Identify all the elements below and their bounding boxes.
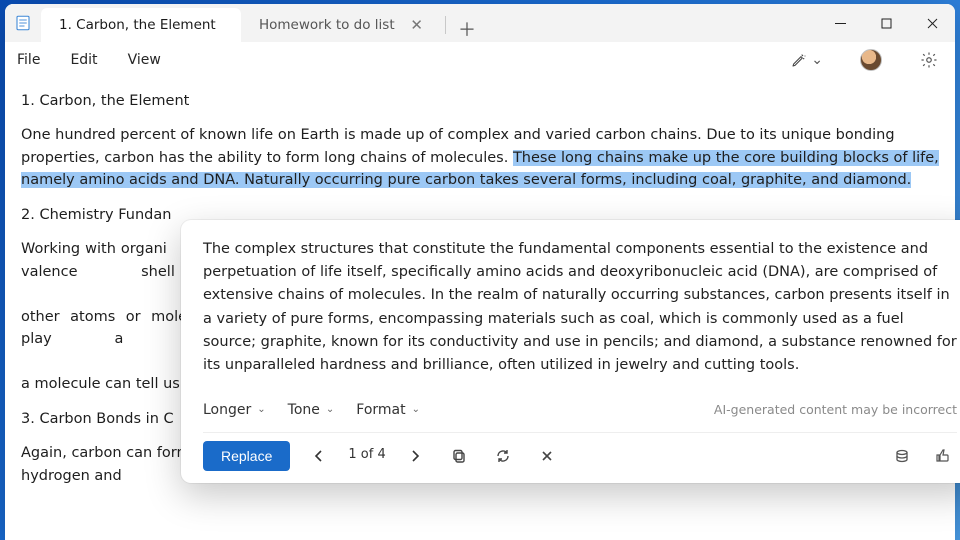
tab-strip: 1. Carbon, the Element Homework to do li… [41,4,817,42]
replace-button[interactable]: Replace [203,441,290,471]
chevron-down-icon: ⌄ [257,402,265,418]
chevron-down-icon: ⌄ [326,402,334,418]
chevron-down-icon: ⌄ [412,402,420,418]
new-tab-button[interactable]: ＋ [450,16,484,42]
feedback-button[interactable] [927,441,957,471]
app-icon [5,4,41,42]
dismiss-button[interactable] [532,441,562,471]
pager-label: 1 of 4 [348,445,385,466]
option-tone[interactable]: Tone⌄ [288,399,335,421]
maximize-button[interactable] [863,4,909,42]
next-button[interactable] [400,441,430,471]
ai-rewrite-button[interactable]: ⌄ [787,46,827,74]
tab-separator [445,16,446,34]
close-button[interactable] [909,4,955,42]
option-longer[interactable]: Longer⌄ [203,399,266,421]
doc-heading-1: 1. Carbon, the Element [21,90,939,112]
tab-label: Homework to do list [259,17,395,33]
window-controls [817,4,955,42]
menu-edit[interactable]: Edit [70,52,97,68]
settings-button[interactable] [915,46,943,74]
title-bar: 1. Carbon, the Element Homework to do li… [5,4,955,42]
regenerate-button[interactable] [488,441,518,471]
ai-rewrite-popover: The complex structures that constitute t… [181,220,960,483]
close-icon[interactable]: ✕ [410,18,423,33]
history-button[interactable] [887,441,917,471]
ai-options-row: Longer⌄ Tone⌄ Format⌄ AI-generated conte… [203,393,957,431]
menu-view[interactable]: View [128,52,161,68]
tab-label: 1. Carbon, the Element [59,17,216,33]
tab-inactive[interactable]: Homework to do list ✕ [241,8,441,42]
ai-action-row: Replace 1 of 4 [203,432,957,473]
ai-disclaimer: AI-generated content may be incorrect [714,400,957,420]
previous-button[interactable] [304,441,334,471]
tab-active[interactable]: 1. Carbon, the Element [41,8,241,42]
doc-paragraph-1: One hundred percent of known life on Ear… [21,124,939,191]
menu-file[interactable]: File [17,52,40,68]
account-avatar[interactable] [857,46,885,74]
avatar-icon [860,49,882,71]
notepad-window: 1. Carbon, the Element Homework to do li… [5,4,955,540]
menu-bar: File Edit View ⌄ [5,42,955,78]
copy-button[interactable] [444,441,474,471]
minimize-button[interactable] [817,4,863,42]
option-format[interactable]: Format⌄ [356,399,420,421]
chevron-down-icon: ⌄ [811,52,823,68]
ai-suggestion-text: The complex structures that constitute t… [203,238,957,377]
